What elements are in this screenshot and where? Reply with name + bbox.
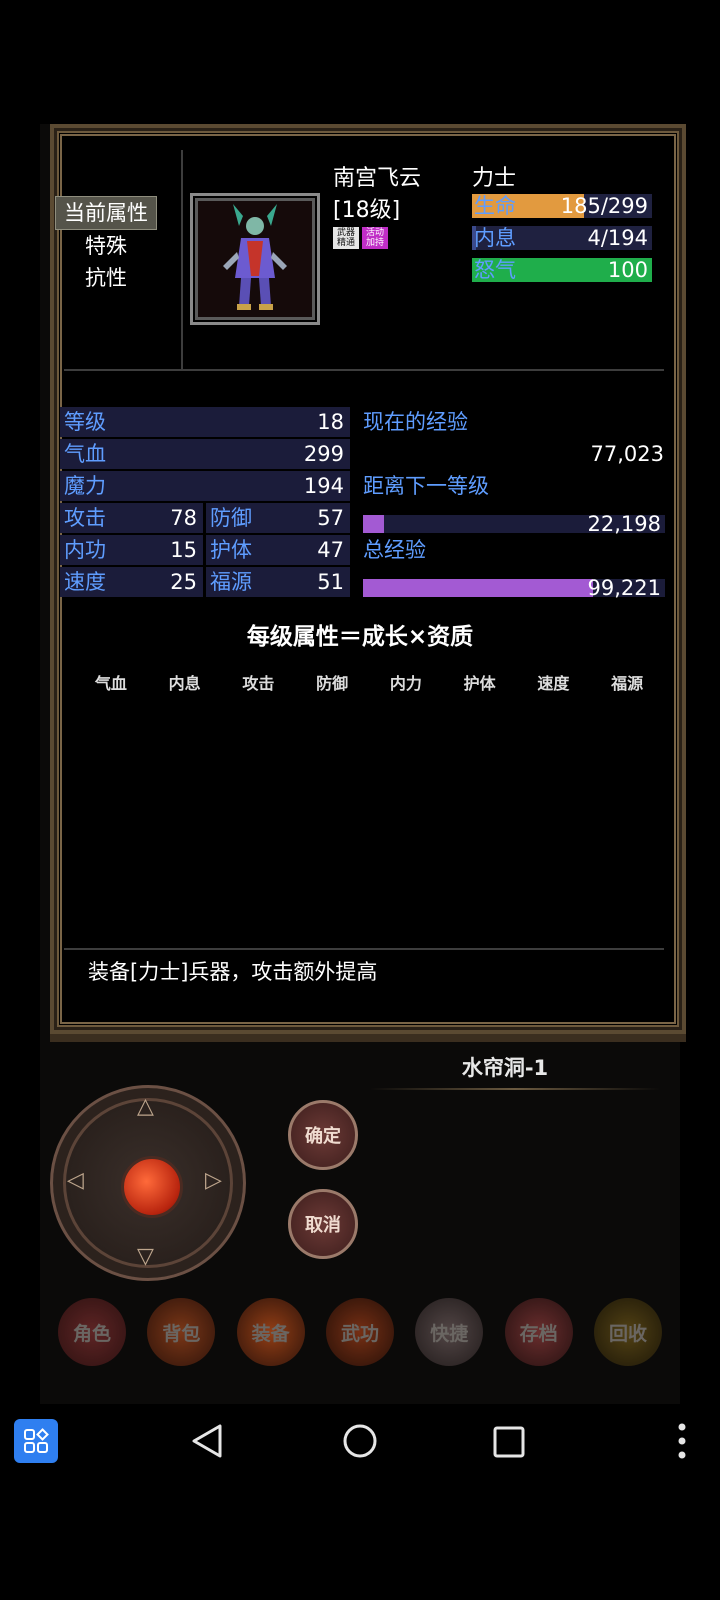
app-grid-icon[interactable] [14,1419,58,1463]
stat-mp: 魔力 194 [60,471,350,501]
stat-defense-value: 57 [317,506,344,530]
menu-equipment[interactable]: 装备 [236,1298,305,1366]
growth-header: 内息 [168,674,201,693]
stat-level: 等级 18 [60,407,350,437]
stat-level-value: 18 [317,410,344,434]
menu-recycle[interactable]: 回收 [593,1298,662,1366]
growth-header: 内力 [389,674,422,693]
stat-mp-value: 194 [303,474,344,498]
stat-defense: 防御 57 [206,503,350,533]
home-icon[interactable] [342,1423,378,1459]
badge-event-bonus: 活动加持 [362,227,388,249]
stat-inner-value: 15 [170,538,197,562]
character-portrait [190,193,320,325]
character-class: 力士 [472,166,517,191]
current-exp-label: 现在的经验 [363,410,468,434]
stat-guard-value: 47 [317,538,344,562]
stat-attack-label: 攻击 [64,506,106,530]
growth-header-row: 气血 内息 攻击 防御 内力 护体 速度 福源 [74,670,664,694]
arrow-right-icon: ▷ [205,1168,222,1193]
hp-bar-label: 生命 [474,194,516,218]
stat-speed: 速度 25 [60,567,203,597]
growth-formula: 每级属性＝成长×资质 [246,624,474,650]
tab-special[interactable]: 特殊 [55,230,157,262]
grid-icon [24,1428,49,1453]
cancel-button[interactable]: 取消 [288,1189,358,1259]
recents-icon[interactable] [492,1425,526,1459]
next-level-exp-value: 22,198 [587,512,661,536]
inner-breath-bar-label: 内息 [474,226,516,250]
inner-breath-bar-value: 4/194 [587,226,648,250]
stat-fortune: 福源 51 [206,567,350,597]
virtual-joystick[interactable]: △ ▽ ◁ ▷ [50,1085,246,1281]
system-nav-bar [0,1405,720,1475]
stat-guard: 护体 47 [206,535,350,565]
menu-martial-arts[interactable]: 武功 [325,1298,394,1366]
arrow-down-icon: ▽ [137,1244,154,1269]
menu-save[interactable]: 存档 [504,1298,573,1366]
divider-vertical [181,150,183,370]
rage-bar-label: 怒气 [474,258,516,282]
stat-guard-label: 护体 [210,538,252,562]
rage-bar-value: 100 [607,258,648,282]
menu-shortcut[interactable]: 快捷 [415,1298,484,1366]
map-name-underline [370,1088,660,1090]
inner-breath-bar: 内息 4/194 [472,226,652,250]
next-level-exp-label: 距离下一等级 [363,474,489,498]
stat-hp-label: 气血 [64,442,106,466]
bottom-menu: 角色 背包 装备 武功 快捷 存档 回收 [58,1298,662,1366]
growth-header: 护体 [463,674,496,693]
class-description: 装备[力士]兵器，攻击额外提高 [88,960,378,984]
stat-inner-label: 内功 [64,538,106,562]
stat-hp-value: 299 [303,442,344,466]
map-name: 水帘洞-1 [461,1056,549,1080]
character-level: [18级] [333,198,401,223]
stat-defense-label: 防御 [210,506,252,530]
next-level-exp-bar: 22,198 [363,512,665,536]
side-menu: 当前属性 特殊 抗性 [55,196,157,294]
current-exp-value: 77,023 [590,442,664,466]
warrior-figure-icon [223,204,287,310]
arrow-up-icon: △ [137,1094,154,1119]
character-name: 南宫飞云 [333,166,422,191]
stat-attack-value: 78 [170,506,197,530]
stat-hp: 气血 299 [60,439,350,469]
stat-speed-value: 25 [170,570,197,594]
divider-top [64,369,664,371]
rage-bar: 怒气 100 [472,258,652,282]
stat-fortune-value: 51 [317,570,344,594]
growth-header: 福源 [611,674,644,693]
growth-header: 防御 [316,674,349,693]
menu-bag[interactable]: 背包 [147,1298,216,1366]
stat-attack: 攻击 78 [60,503,203,533]
next-level-exp-fill [363,515,385,533]
arrow-left-icon: ◁ [67,1168,84,1193]
badge-weapon-mastery: 武器精通 [333,227,359,249]
confirm-button[interactable]: 确定 [288,1100,358,1170]
total-exp-fill [363,579,593,597]
growth-header: 气血 [94,674,127,693]
total-exp-label: 总经验 [363,538,426,562]
stat-mp-label: 魔力 [64,474,106,498]
stat-level-label: 等级 [64,410,106,434]
tab-resistance[interactable]: 抗性 [55,262,157,294]
stat-speed-label: 速度 [64,570,106,594]
stat-fortune-label: 福源 [210,570,252,594]
more-options-icon[interactable] [676,1421,688,1461]
hp-bar: 生命 185/299 [472,194,652,218]
total-exp-value: 99,221 [587,576,661,600]
joystick-knob[interactable] [121,1156,183,1218]
back-icon[interactable] [190,1423,226,1459]
growth-header: 速度 [537,674,570,693]
hp-bar-value: 185/299 [560,194,648,218]
divider-bottom [64,948,664,950]
buff-badges: 武器精通 活动加持 [333,227,388,249]
menu-character[interactable]: 角色 [58,1298,126,1366]
tab-current-attributes[interactable]: 当前属性 [55,196,157,230]
growth-header: 攻击 [242,674,275,693]
total-exp-bar: 99,221 [363,576,665,600]
stat-inner: 内功 15 [60,535,203,565]
